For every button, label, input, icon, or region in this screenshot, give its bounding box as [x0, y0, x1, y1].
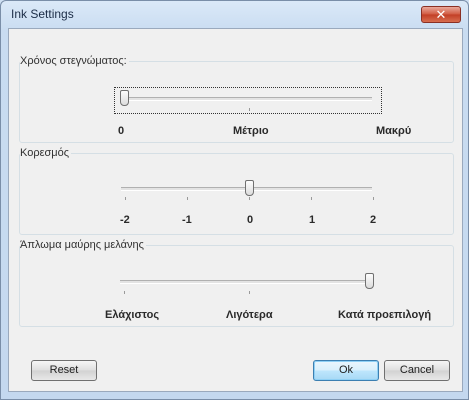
ok-button[interactable]: Ok [313, 360, 379, 381]
black-ink-spread-tick [124, 291, 125, 294]
drying-time-tick-label: Μέτριο [233, 125, 269, 137]
window-title: Ink Settings [11, 7, 74, 21]
close-icon: ✕ [435, 7, 447, 22]
drying-time-slider-thumb[interactable] [120, 90, 129, 106]
black-ink-spread-tick-label: Κατά προεπιλογή [338, 309, 432, 321]
black-ink-spread-track[interactable] [120, 280, 374, 284]
ink-settings-window: Ink Settings ✕ Χρόνος στεγνώματος: 0 Μέτ… [0, 0, 469, 400]
drying-time-group: Χρόνος στεγνώματος: 0 Μέτριο Μακρύ [19, 55, 454, 143]
black-ink-spread-tick-label: Ελάχιστος [105, 309, 160, 321]
cancel-button[interactable]: Cancel [384, 360, 450, 381]
drying-time-tick [249, 108, 250, 111]
saturation-tick-label: -2 [120, 214, 130, 226]
drying-time-label: Χρόνος στεγνώματος: [20, 55, 129, 67]
title-bar: Ink Settings ✕ [1, 1, 468, 27]
saturation-slider-thumb[interactable] [245, 180, 254, 196]
close-button[interactable]: ✕ [421, 6, 461, 23]
black-ink-spread-slider-thumb[interactable] [365, 273, 374, 289]
dialog-body: Χρόνος στεγνώματος: 0 Μέτριο Μακρύ Κορεσ… [8, 28, 463, 392]
saturation-tick [249, 197, 250, 200]
drying-time-tick-label: Μακρύ [376, 125, 412, 137]
saturation-tick-label: 1 [309, 214, 316, 226]
saturation-tick [311, 197, 312, 200]
saturation-tick [125, 197, 126, 200]
drying-time-track[interactable] [121, 97, 372, 101]
reset-button[interactable]: Reset [31, 360, 97, 381]
black-ink-spread-tick [249, 291, 250, 294]
saturation-tick [373, 197, 374, 200]
saturation-tick-label: 0 [247, 214, 254, 226]
saturation-group: Κορεσμός -2 -1 0 1 2 [19, 147, 454, 235]
black-ink-spread-label: Άπλωμα μαύρης μελάνης [20, 239, 146, 251]
black-ink-spread-tick-label: Λιγότερα [226, 309, 273, 321]
saturation-label: Κορεσμός [20, 147, 72, 159]
saturation-tick [187, 197, 188, 200]
black-ink-spread-group: Άπλωμα μαύρης μελάνης Ελάχιστος Λιγότερα… [19, 239, 454, 327]
saturation-tick-label: 2 [370, 214, 377, 226]
saturation-tick-label: -1 [182, 214, 192, 226]
drying-time-tick-label: 0 [118, 125, 125, 137]
